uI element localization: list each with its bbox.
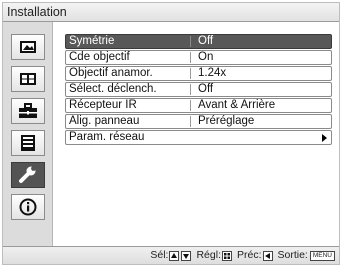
menu-row-alig-panneau[interactable]: Alig. panneau Préréglage [65,114,332,129]
page-title: Installation [3,3,339,22]
enter-key-icon [221,250,232,261]
row-label: Récepteur IR [69,99,137,111]
menu-row-select-declench[interactable]: Sélect. déclench. Off [65,82,332,97]
row-label: Alig. panneau [69,115,140,127]
menu-row-cde-objectif[interactable]: Cde objectif On [65,50,332,65]
row-value: Préréglage [198,115,255,127]
sidebar [3,22,53,246]
back-hint-label: Préc: [236,249,262,261]
up-key-icon [169,250,180,261]
down-key-icon [181,250,192,261]
row-value: On [198,51,214,63]
row-value: Off [198,35,214,47]
adjust-hint-label: Régl: [196,249,221,261]
menu-row-symetrie[interactable]: Symétrie Off [65,34,332,49]
row-divider [190,100,191,111]
submenu-arrow-icon [322,134,327,142]
screen-icon[interactable] [11,66,45,92]
row-divider [190,84,191,95]
row-label: Symétrie [69,35,115,47]
row-divider [190,52,191,63]
list-icon[interactable] [11,130,45,156]
menu-row-recepteur-ir[interactable]: Récepteur IR Avant & Arrière [65,98,332,113]
row-label: Sélect. déclench. [69,83,157,95]
select-hint-label: Sél: [150,249,169,261]
row-value: 1.24x [198,67,227,79]
left-key-icon [262,250,273,261]
info-icon[interactable] [11,194,45,220]
menu-row-objectif-anamor[interactable]: Objectif anamor. 1.24x [65,66,332,81]
menu-key-icon: MENU [309,250,335,261]
row-label: Param. réseau [69,131,145,143]
installation-menu-screen: Installation Symétrie Off Cde objectif O… [2,2,340,265]
row-divider [190,68,191,79]
menu-row-param-reseau[interactable]: Param. réseau [65,130,332,145]
row-value: Off [198,83,214,95]
exit-hint-label: Sortie: [277,249,308,261]
briefcase-icon[interactable] [11,98,45,124]
row-divider [190,36,191,47]
row-value: Avant & Arrière [198,99,276,111]
row-label: Cde objectif [69,51,130,63]
wrench-icon[interactable] [11,162,45,188]
footer-help-bar: Sél: Régl: Préc: Sortie: MENU [3,246,339,264]
row-divider [190,116,191,127]
settings-panel: Symétrie Off Cde objectif On Objectif an… [57,22,339,246]
picture-icon[interactable] [11,34,45,60]
row-label: Objectif anamor. [69,67,153,79]
